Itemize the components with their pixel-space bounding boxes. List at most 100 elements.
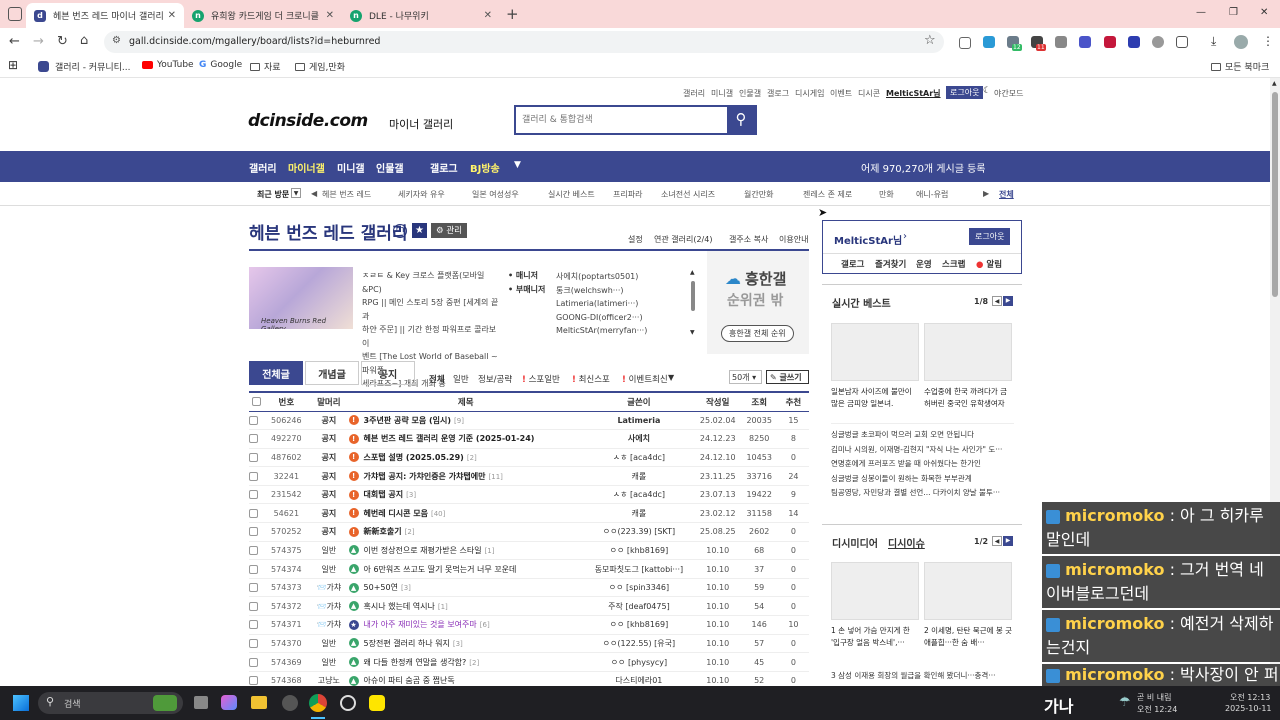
post-writer[interactable]: 캐롤 xyxy=(582,466,695,486)
extension-pen-icon[interactable] xyxy=(1079,36,1091,48)
sidebar-user[interactable]: MelticStAr님 xyxy=(834,232,902,247)
back-icon[interactable]: ← xyxy=(9,34,20,49)
nav-mini-gallery[interactable]: 미니갤 xyxy=(337,160,365,175)
clock-date[interactable]: 2025-10-11 xyxy=(1225,704,1272,713)
post-writer[interactable]: 캐롤 xyxy=(582,503,695,524)
minimize-button[interactable]: — xyxy=(1196,7,1206,18)
gallery-link-settings[interactable]: 설정 xyxy=(628,234,643,245)
checkbox[interactable] xyxy=(249,564,258,574)
post-writer[interactable]: 다스티에라01 xyxy=(582,671,695,686)
post-title[interactable]: 이번 정상전으로 재평가받은 스타일 xyxy=(364,546,482,555)
rank-all-button[interactable]: 흥한갤 전체 순위 xyxy=(721,325,794,342)
bookmark-gallery[interactable]: 갤러리 - 커뮤니티... xyxy=(38,60,131,73)
tab-dle-namuwiki[interactable]: n DLE - 나무위키 ✕ xyxy=(342,3,500,28)
row-checkbox[interactable] xyxy=(249,652,264,672)
gallery-thumbnail[interactable]: Heaven Burns Red Gallery xyxy=(249,267,353,329)
site-info-icon[interactable]: ⚙ xyxy=(112,35,121,46)
nav-minor-gallery[interactable]: 마이너갤 xyxy=(288,160,325,175)
filter-event-latest[interactable]: ! 이벤트최신 xyxy=(622,373,668,385)
post-writer[interactable]: ㅇㅇ [physycy] xyxy=(582,652,695,672)
recent-item[interactable]: 프리파라 xyxy=(613,189,642,200)
comment-count[interactable]: [1] xyxy=(485,547,495,555)
post-title-cell[interactable]: ▲ 혹시나 했는데 역시나 [1] xyxy=(348,596,583,617)
nav-more-icon[interactable]: ▼ xyxy=(514,160,521,170)
profile-avatar[interactable] xyxy=(1234,35,1248,49)
search-button[interactable]: ⚲ xyxy=(727,107,755,133)
app-icon[interactable] xyxy=(340,695,356,711)
extension-tab-icon[interactable] xyxy=(1055,36,1067,48)
best-thumbnail[interactable] xyxy=(924,323,1012,381)
best-list-item[interactable]: 연명훈에게 프러포즈 받을 때 아쉬웠다는 한가인 xyxy=(831,457,1017,472)
checkbox[interactable] xyxy=(249,452,258,462)
menu-icon[interactable]: ⋮ xyxy=(1262,34,1274,48)
gallery-title[interactable]: 헤븐 번즈 레드 갤러리 xyxy=(249,219,408,244)
row-checkbox[interactable] xyxy=(249,615,264,635)
post-title[interactable]: 혹시나 했는데 역시나 xyxy=(364,602,435,611)
sidebar-logout-button[interactable]: 로그아웃 xyxy=(969,228,1011,245)
post-title[interactable]: 50+50연 xyxy=(364,583,398,592)
taskbar-search[interactable]: ⚲ 검색 xyxy=(38,692,183,714)
comment-count[interactable]: [9] xyxy=(454,417,464,425)
filter-general[interactable]: 일반 xyxy=(453,373,469,385)
row-checkbox[interactable] xyxy=(249,466,264,486)
post-title[interactable]: 아슈이 파티 숨곰 중 쩝난독 xyxy=(364,676,455,685)
close-tab-icon[interactable]: ✕ xyxy=(326,10,334,21)
gallery-link-copy[interactable]: 갤주소 복사 xyxy=(729,234,768,245)
table-row[interactable]: 570252 공지! 新新호출기 [2] ㅇㅇ(223.39) [SKT] 25.08.2… xyxy=(249,522,809,542)
download-icon[interactable]: ⤓ xyxy=(1211,34,1216,49)
table-row[interactable]: 574374 일반 ▲ 아 6만워즈 쓰고도 딸기 못먹는거 너무 꼬운데 동모파칫도그… xyxy=(249,559,809,579)
post-writer[interactable]: ㅇㅇ [khb8169] xyxy=(582,541,695,561)
scroll-up-icon[interactable]: ▲ xyxy=(1272,80,1277,87)
post-writer[interactable]: 주작 [deaf0475] xyxy=(582,596,695,617)
nav-bj[interactable]: BJ방송 xyxy=(470,160,500,175)
top-link[interactable]: 디시게임 xyxy=(795,88,824,99)
page-scroll-thumb[interactable] xyxy=(1272,92,1278,297)
extension-red-icon[interactable] xyxy=(1104,36,1116,48)
table-row[interactable]: 574369 일반 ▲ 왜 다들 한정캐 연말을 생각함? [2] ㅇㅇ [physycy… xyxy=(249,652,809,672)
post-title[interactable]: 3주년판 공략 모음 (임시) xyxy=(364,416,451,425)
tab-search-icon[interactable] xyxy=(8,7,22,21)
new-tab-button[interactable]: + xyxy=(506,5,519,23)
comment-count[interactable]: [1] xyxy=(438,603,448,611)
comment-count[interactable]: [2] xyxy=(405,528,415,536)
checkbox[interactable] xyxy=(249,490,258,500)
table-row[interactable]: 506246 공지! 3주년판 공략 모음 (임시) [9] Latimeria 25.0… xyxy=(249,411,809,431)
post-title[interactable]: 5장전편 갤러리 하나 워지 xyxy=(364,639,450,648)
post-writer[interactable]: 사에치 xyxy=(582,429,695,449)
post-title-cell[interactable]: ! 헤번레 디시콘 모음 [40] xyxy=(348,503,583,524)
scroll-up-icon[interactable]: ▲ xyxy=(690,269,695,276)
post-title-cell[interactable]: ▲ 아 6만워즈 쓰고도 딸기 못먹는거 너무 꼬운데 xyxy=(348,559,583,579)
recent-item[interactable]: 실시간 베스트 xyxy=(548,189,595,200)
filter-all[interactable]: 전체 xyxy=(429,373,445,385)
checkbox[interactable] xyxy=(249,583,258,593)
row-checkbox[interactable] xyxy=(249,671,264,686)
post-title-cell[interactable]: ! 헤븐 번즈 레드 갤러리 운영 기준 (2025-01-24) xyxy=(348,429,583,449)
tab-notice[interactable]: 공지 xyxy=(361,361,415,385)
top-link[interactable]: 디시콘 xyxy=(858,88,880,99)
tab-yugioh[interactable]: n 유희왕 카드게임 더 크로니클 ✕ xyxy=(184,3,342,28)
search-input[interactable] xyxy=(522,111,722,129)
extension-arrow-icon[interactable] xyxy=(1128,36,1140,48)
row-checkbox[interactable] xyxy=(249,411,264,431)
manager-name[interactable]: Latimeria(latimeri···) xyxy=(556,297,647,311)
recent-item[interactable]: 만화 xyxy=(879,189,894,200)
checkbox[interactable] xyxy=(249,527,258,537)
table-row[interactable]: 32241 공지! 가챠탭 공지: 가챠인증은 가챠탭에만 [11] 캐롤 23.11.2… xyxy=(249,466,809,486)
bookmark-google[interactable]: G Google xyxy=(199,60,242,70)
comment-count[interactable]: [6] xyxy=(480,621,490,629)
checkbox[interactable] xyxy=(249,471,258,481)
extension-e-icon[interactable] xyxy=(983,36,995,48)
write-button[interactable]: ✎ 글쓰기 xyxy=(766,370,809,384)
best-list-item[interactable]: 싱글벙글 초코파이 먹으러 교회 오면 안됩니다 xyxy=(831,428,1017,443)
post-writer[interactable]: ㅅㅎ [aca4dc] xyxy=(582,485,695,505)
manage-button[interactable]: ⚙ 관리 xyxy=(431,223,467,238)
checkbox[interactable] xyxy=(249,657,258,667)
row-checkbox[interactable] xyxy=(249,596,264,617)
best-list-item[interactable]: 김미나 시의원, 이재명-김현지 "자식 나는 사인가" 도··· xyxy=(831,443,1017,458)
recent-item[interactable]: 젠레스 존 제로 xyxy=(803,189,852,200)
header-checkbox[interactable] xyxy=(249,391,264,412)
best-list-item[interactable]: 싱글벙글 싱봉이들이 원하는 화목한 부부관계 xyxy=(831,472,1017,487)
row-checkbox[interactable] xyxy=(249,503,264,524)
post-title-cell[interactable]: ▲ 5장전편 갤러리 하나 워지 [3] xyxy=(348,634,583,654)
weather-icon[interactable]: ☂ xyxy=(1119,695,1131,710)
